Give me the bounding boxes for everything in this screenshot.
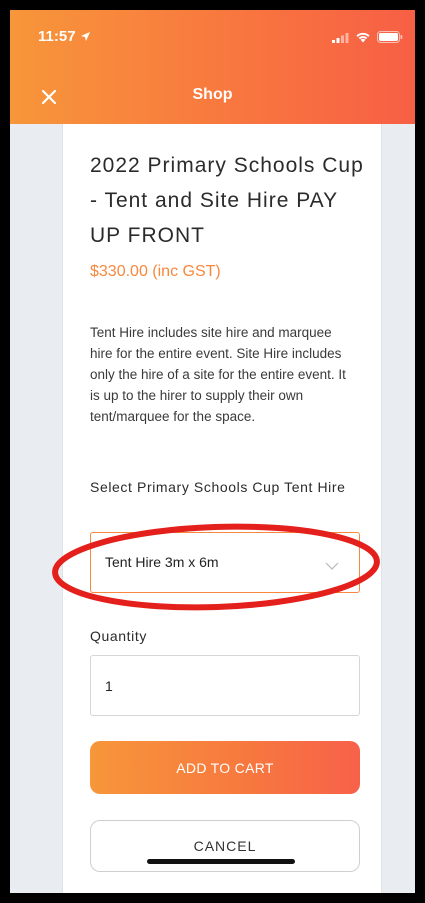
option-select-label: Select Primary Schools Cup Tent Hire (90, 479, 346, 495)
product-title: 2022 Primary Schools Cup - Tent and Site… (90, 154, 364, 247)
location-arrow-icon (80, 31, 91, 42)
page-title: Shop (192, 86, 233, 103)
option-select-value: Tent Hire 3m x 6m (105, 554, 219, 570)
product-description: Tent Hire includes site hire and marquee… (90, 325, 346, 424)
signal-icon (332, 30, 349, 48)
product-card: 2022 Primary Schools Cup - Tent and Site… (62, 124, 382, 893)
status-icons (332, 30, 403, 48)
app-header: 11:57 Shop (10, 10, 415, 124)
phone-screen: 11:57 Shop 2022 Primary Schools Cup - Te… (10, 10, 415, 893)
cancel-button[interactable]: CANCEL (90, 820, 360, 872)
quantity-input[interactable] (90, 655, 360, 716)
status-time: 11:57 (38, 28, 91, 45)
product-price: $330.00 (inc GST) (90, 263, 221, 280)
battery-icon (377, 30, 403, 48)
quantity-label: Quantity (90, 628, 147, 644)
home-indicator (147, 859, 295, 864)
chevron-down-icon (325, 557, 339, 575)
wifi-icon (355, 30, 371, 48)
add-to-cart-button[interactable]: ADD TO CART (90, 741, 360, 794)
option-select[interactable]: Tent Hire 3m x 6m (90, 532, 360, 593)
